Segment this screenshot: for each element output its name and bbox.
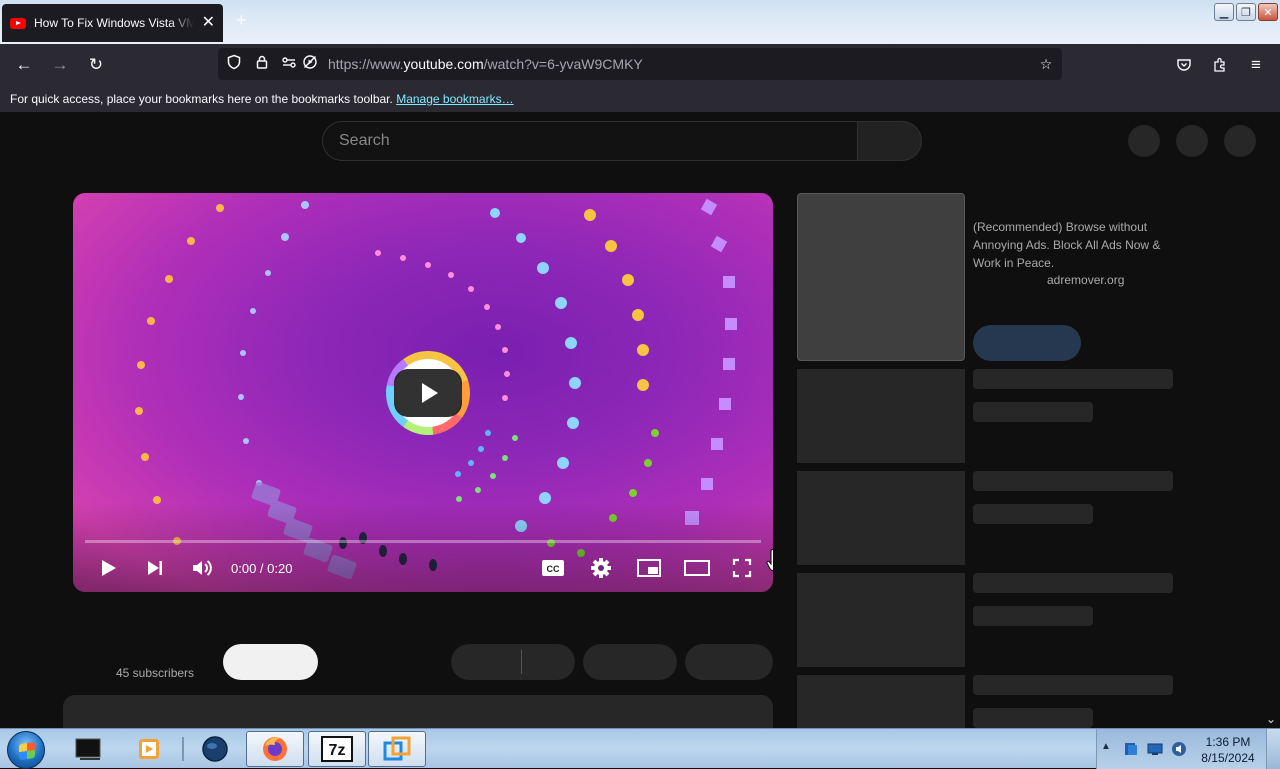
volume-icon[interactable] [189, 555, 215, 581]
share-button-placeholder[interactable] [583, 644, 677, 680]
taskbar-app-7zip[interactable]: 7z [308, 731, 366, 767]
bookmarks-hint-text: For quick access, place your bookmarks h… [10, 92, 393, 106]
globe-icon [202, 736, 228, 762]
browser-tab-active[interactable]: How To Fix Windows Vista VMware ✕ [2, 4, 223, 42]
taskbar-app-globe[interactable] [186, 731, 244, 767]
bookmark-star-icon[interactable]: ☆ [1036, 54, 1056, 74]
theater-mode-icon[interactable] [684, 555, 710, 581]
time-display: 0:00 / 0:20 [231, 561, 293, 576]
captions-icon[interactable]: CC [540, 555, 566, 581]
permissions-icon[interactable] [279, 54, 299, 74]
search-box[interactable] [322, 121, 858, 161]
tab-title: How To Fix Windows Vista VMware [34, 16, 194, 30]
recommendation-title-placeholder [973, 573, 1173, 593]
ad-text: (Recommended) Browse without Annoying Ad… [973, 220, 1161, 270]
new-tab-button[interactable]: + [236, 10, 247, 31]
recommendation-thumbnail-placeholder[interactable] [797, 369, 965, 463]
recommendation-thumbnail-placeholder[interactable] [797, 675, 965, 728]
window-controls: ▁ ❐ ✕ [1214, 3, 1278, 21]
taskbar-app-terminal[interactable] [60, 731, 118, 767]
like-dislike-button-placeholder[interactable] [451, 644, 575, 680]
recommendation-thumbnail-placeholder[interactable] [797, 471, 965, 565]
taskbar-separator [182, 737, 184, 761]
recommendation-meta-placeholder [973, 402, 1093, 422]
url-text: https://www.youtube.com/watch?v=6-yvaW9C… [328, 56, 643, 72]
manage-bookmarks-link[interactable]: Manage bookmarks… [396, 92, 513, 106]
search-button[interactable] [858, 121, 922, 161]
back-arrow-icon[interactable]: ← [13, 54, 35, 76]
play-icon[interactable] [95, 555, 121, 581]
volume-tray-icon[interactable] [1171, 741, 1187, 757]
ad-thumbnail[interactable] [797, 193, 965, 361]
media-player-icon [139, 739, 159, 759]
lock-icon[interactable] [252, 54, 272, 74]
autoplay-blocked-icon[interactable] [300, 54, 320, 74]
fullscreen-icon[interactable] [729, 555, 755, 581]
recommendation-title-placeholder [973, 471, 1173, 491]
mouse-pointer-icon [766, 549, 773, 572]
taskbar-app-vmware[interactable] [368, 731, 426, 767]
taskbar-app-media-player[interactable] [120, 731, 178, 767]
system-clock[interactable]: 1:36 PM 8/15/2024 [1197, 734, 1259, 766]
subscribe-button-placeholder[interactable] [223, 644, 318, 680]
notifications-button-placeholder[interactable] [1176, 125, 1208, 157]
extensions-icon[interactable] [1209, 54, 1231, 76]
video-player[interactable]: 0:00 / 0:20 CC [73, 193, 773, 592]
subscriber-count: 45 subscribers [116, 666, 195, 680]
firefox-icon [263, 737, 287, 761]
network-icon[interactable] [1147, 742, 1163, 756]
minimize-button[interactable]: ▁ [1214, 3, 1234, 21]
recommendation-thumbnail-placeholder[interactable] [797, 573, 965, 667]
pocket-icon[interactable] [1173, 54, 1195, 76]
description-box-placeholder[interactable] [63, 695, 773, 728]
recommendation-meta-placeholder [973, 708, 1093, 728]
ad-url: adremover.org [1047, 273, 1125, 287]
system-tray: ▲ 1:36 PM 8/15/2024 [1096, 729, 1280, 769]
recommendation-meta-placeholder [973, 504, 1093, 524]
vmware-icon [383, 736, 411, 761]
large-play-button[interactable] [386, 351, 470, 435]
youtube-page: 0:00 / 0:20 CC 45 subscribers [0, 112, 1280, 728]
start-button[interactable] [7, 731, 45, 769]
play-icon [394, 369, 462, 417]
recommendation-title-placeholder [973, 675, 1173, 695]
avatar[interactable] [1224, 125, 1256, 157]
address-bar[interactable]: https://www.youtube.com/watch?v=6-yvaW9C… [218, 48, 1062, 80]
recommendation-title-placeholder [973, 369, 1173, 389]
next-icon[interactable] [142, 555, 168, 581]
svg-text:CC: CC [547, 564, 560, 574]
tray-expand-arrow-icon[interactable]: ▲ [1101, 741, 1111, 752]
create-button-placeholder[interactable] [1128, 125, 1160, 157]
reload-icon[interactable]: ↻ [85, 54, 107, 76]
search-input[interactable] [323, 122, 857, 160]
scroll-down-arrow-icon[interactable]: ⌄ [1266, 712, 1276, 726]
show-desktop-button[interactable] [1266, 729, 1280, 769]
clock-time: 1:36 PM [1205, 735, 1251, 749]
progress-bar[interactable] [85, 540, 761, 543]
browser-navbar: ← → ↻ https://www.youtube.com/watch?v=6-… [0, 44, 1280, 86]
7zip-icon: 7z [321, 736, 353, 762]
forward-arrow-icon[interactable]: → [49, 54, 71, 76]
miniplayer-icon[interactable] [636, 555, 662, 581]
shield-icon[interactable] [224, 54, 244, 74]
more-actions-button-placeholder[interactable] [685, 644, 773, 680]
menu-hamburger-icon[interactable]: ≡ [1245, 54, 1267, 76]
clock-date: 8/15/2024 [1201, 751, 1255, 765]
recommendation-meta-placeholder [973, 606, 1093, 626]
settings-gear-icon[interactable] [588, 555, 614, 581]
browser-tab-strip: How To Fix Windows Vista VMware ✕ + ▁ ❐ … [0, 0, 1280, 44]
svg-text:7z: 7z [329, 742, 346, 759]
tab-close-button[interactable]: ✕ [202, 15, 215, 31]
player-controls: 0:00 / 0:20 CC [73, 553, 773, 583]
like-dislike-divider [521, 650, 522, 674]
window-close-button[interactable]: ✕ [1258, 3, 1278, 21]
tray-app-icon[interactable] [1123, 741, 1139, 757]
taskbar-app-firefox[interactable] [246, 731, 304, 767]
ad-cta-button-placeholder[interactable] [973, 325, 1081, 361]
bookmarks-toolbar: For quick access, place your bookmarks h… [0, 86, 1280, 112]
windows-taskbar: 7z ▲ 1:36 PM 8/15/2024 [0, 728, 1280, 769]
youtube-favicon-icon [10, 17, 26, 29]
restore-button[interactable]: ❐ [1236, 3, 1256, 21]
terminal-icon [75, 738, 101, 760]
